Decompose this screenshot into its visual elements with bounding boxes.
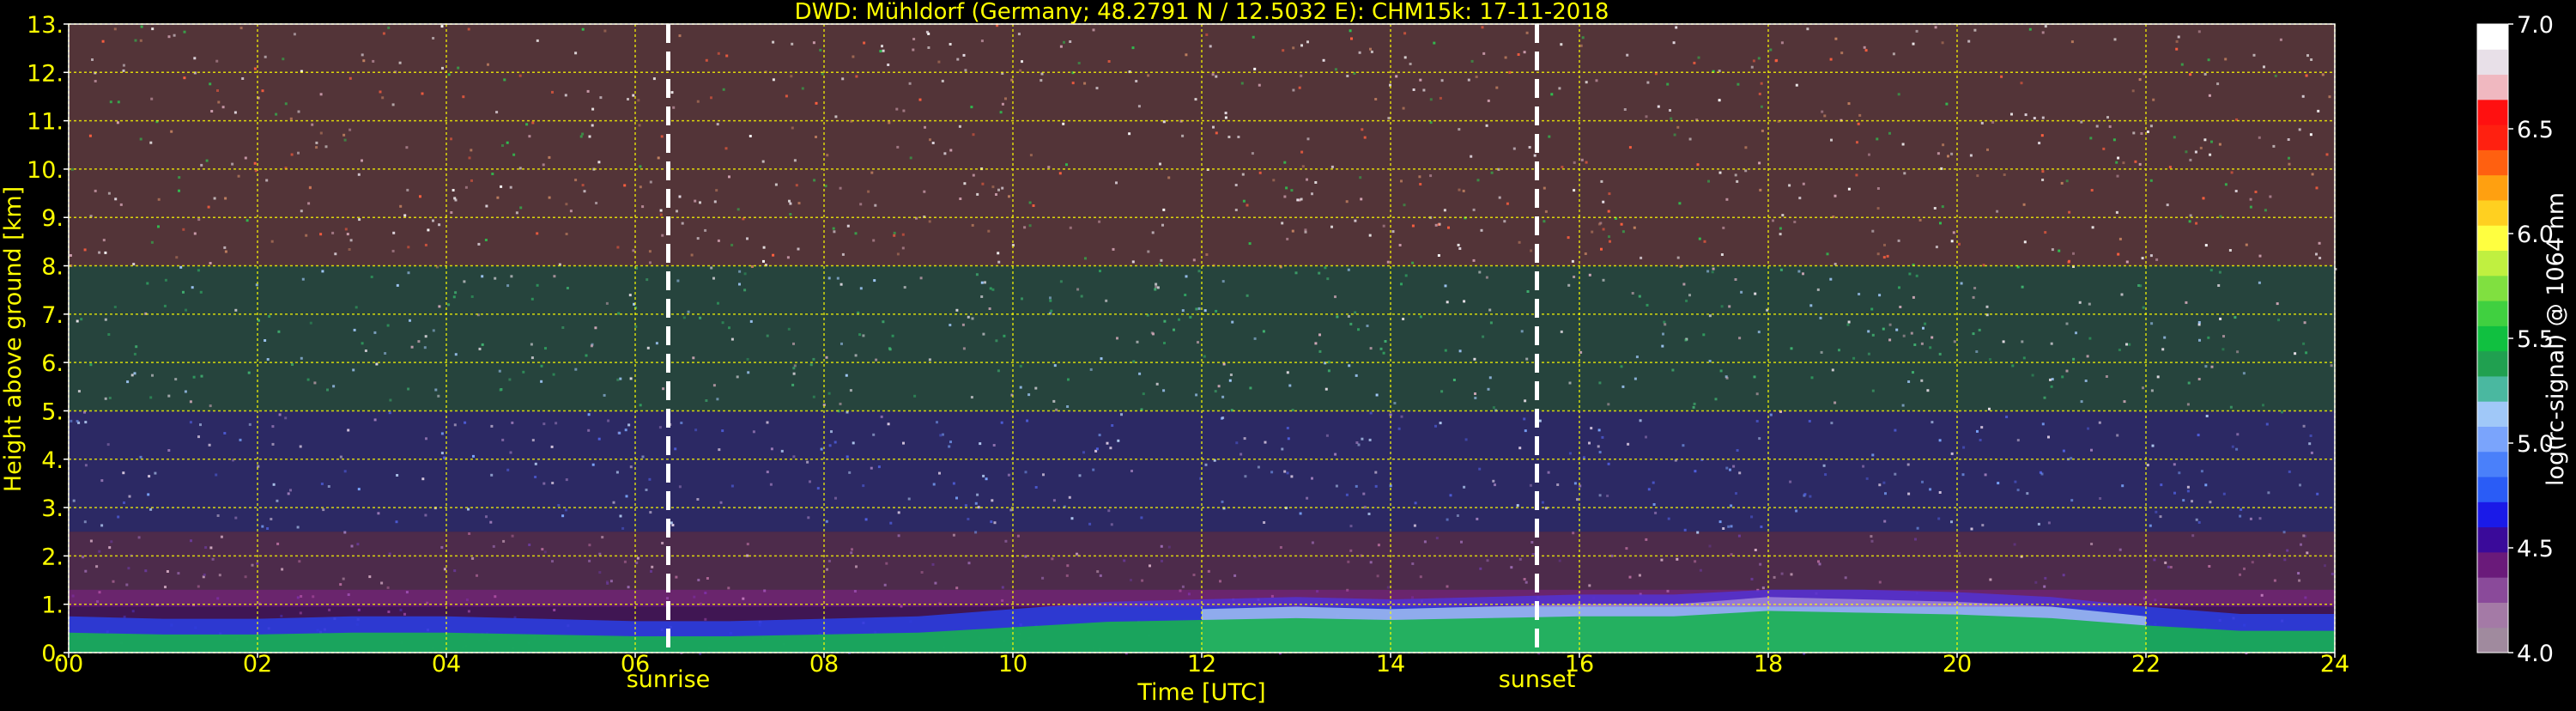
colorbar-segment xyxy=(2477,174,2508,201)
colorbar-segment xyxy=(2477,551,2508,578)
x-tick-label: 04 xyxy=(432,651,461,678)
x-tick-label: 06 xyxy=(621,651,650,678)
colorbar-segment xyxy=(2477,149,2508,176)
y-tick-label: 2. xyxy=(41,544,64,570)
x-axis-label: Time [UTC] xyxy=(1136,679,1265,706)
y-tick-label: 0. xyxy=(41,641,64,667)
colorbar-tick-label: 6.5 xyxy=(2517,117,2554,143)
noise-layer-3 xyxy=(69,265,2337,414)
colorbar-segment xyxy=(2477,401,2508,427)
colorbar-segment xyxy=(2477,24,2508,50)
colorbar-segment xyxy=(2477,477,2508,502)
heatmap-area xyxy=(69,24,2337,655)
y-tick-label: 5. xyxy=(41,398,64,425)
y-axis-label: Height above ground [km] xyxy=(0,186,27,492)
colorbar-segment xyxy=(2477,350,2508,377)
y-tick-label: 9. xyxy=(41,205,64,232)
colorbar-segment xyxy=(2477,501,2508,528)
y-tick-label: 1. xyxy=(41,592,64,619)
colorbar-segment xyxy=(2477,375,2508,402)
colorbar-segment xyxy=(2477,125,2508,150)
colorbar-segment xyxy=(2477,602,2508,629)
colorbar-segment xyxy=(2477,99,2508,125)
x-tick-label: 02 xyxy=(243,651,272,678)
colorbar-segment xyxy=(2477,199,2508,226)
colorbar-segment xyxy=(2477,526,2508,553)
colorbar-segment xyxy=(2477,426,2508,453)
y-tick-label: 10. xyxy=(27,157,64,184)
x-tick-label: 16 xyxy=(1565,651,1594,678)
colorbar-tick-label: 4.0 xyxy=(2517,641,2554,667)
y-tick-label: 4. xyxy=(41,447,64,474)
x-tick-label: 20 xyxy=(1943,651,1972,678)
colorbar-segment xyxy=(2477,451,2508,477)
x-tick-label: 14 xyxy=(1376,651,1405,678)
colorbar-segment xyxy=(2477,74,2508,100)
x-tick-label: 24 xyxy=(2320,651,2349,678)
y-tick-label: 3. xyxy=(41,495,64,522)
lidar-quicklook-chart: sunrise sunset 00 02 04 06 08 10 12 14 16 18 20 22 24… xyxy=(0,0,2576,708)
colorbar-tick-label: 4.5 xyxy=(2517,536,2554,562)
y-tick-label: 8. xyxy=(41,254,64,281)
y-tick-label: 12. xyxy=(27,60,64,87)
colorbar-tick-label: 7.0 xyxy=(2517,12,2554,39)
x-tick-label: 08 xyxy=(809,651,839,678)
y-tick-label: 7. xyxy=(41,302,64,329)
x-tick-label: 18 xyxy=(1754,651,1783,678)
y-tick-label: 13. xyxy=(27,12,64,39)
colorbar-segment xyxy=(2477,49,2508,76)
x-tick-label: 22 xyxy=(2131,651,2161,678)
x-tick-label: 12 xyxy=(1187,651,1216,678)
colorbar-segment xyxy=(2477,627,2508,653)
chart-title: DWD: Mühldorf (Germany; 48.2791 N / 12.5… xyxy=(795,0,1609,25)
colorbar-segment xyxy=(2477,325,2508,352)
colorbar-label: log(rc-signal) @ 1064 nm xyxy=(2543,192,2569,486)
y-tick-label: 6. xyxy=(41,350,64,377)
chart-svg: sunrise sunset 00 02 04 06 08 10 12 14 16 18 20 22 24… xyxy=(0,0,2576,708)
colorbar-segment xyxy=(2477,577,2508,603)
colorbar-segment xyxy=(2477,275,2508,301)
x-tick-label: 10 xyxy=(998,651,1027,678)
y-tick-label: 11. xyxy=(27,109,64,136)
colorbar-segment xyxy=(2477,225,2508,252)
colorbar-segment xyxy=(2477,250,2508,276)
colorbar-segment xyxy=(2477,301,2508,326)
